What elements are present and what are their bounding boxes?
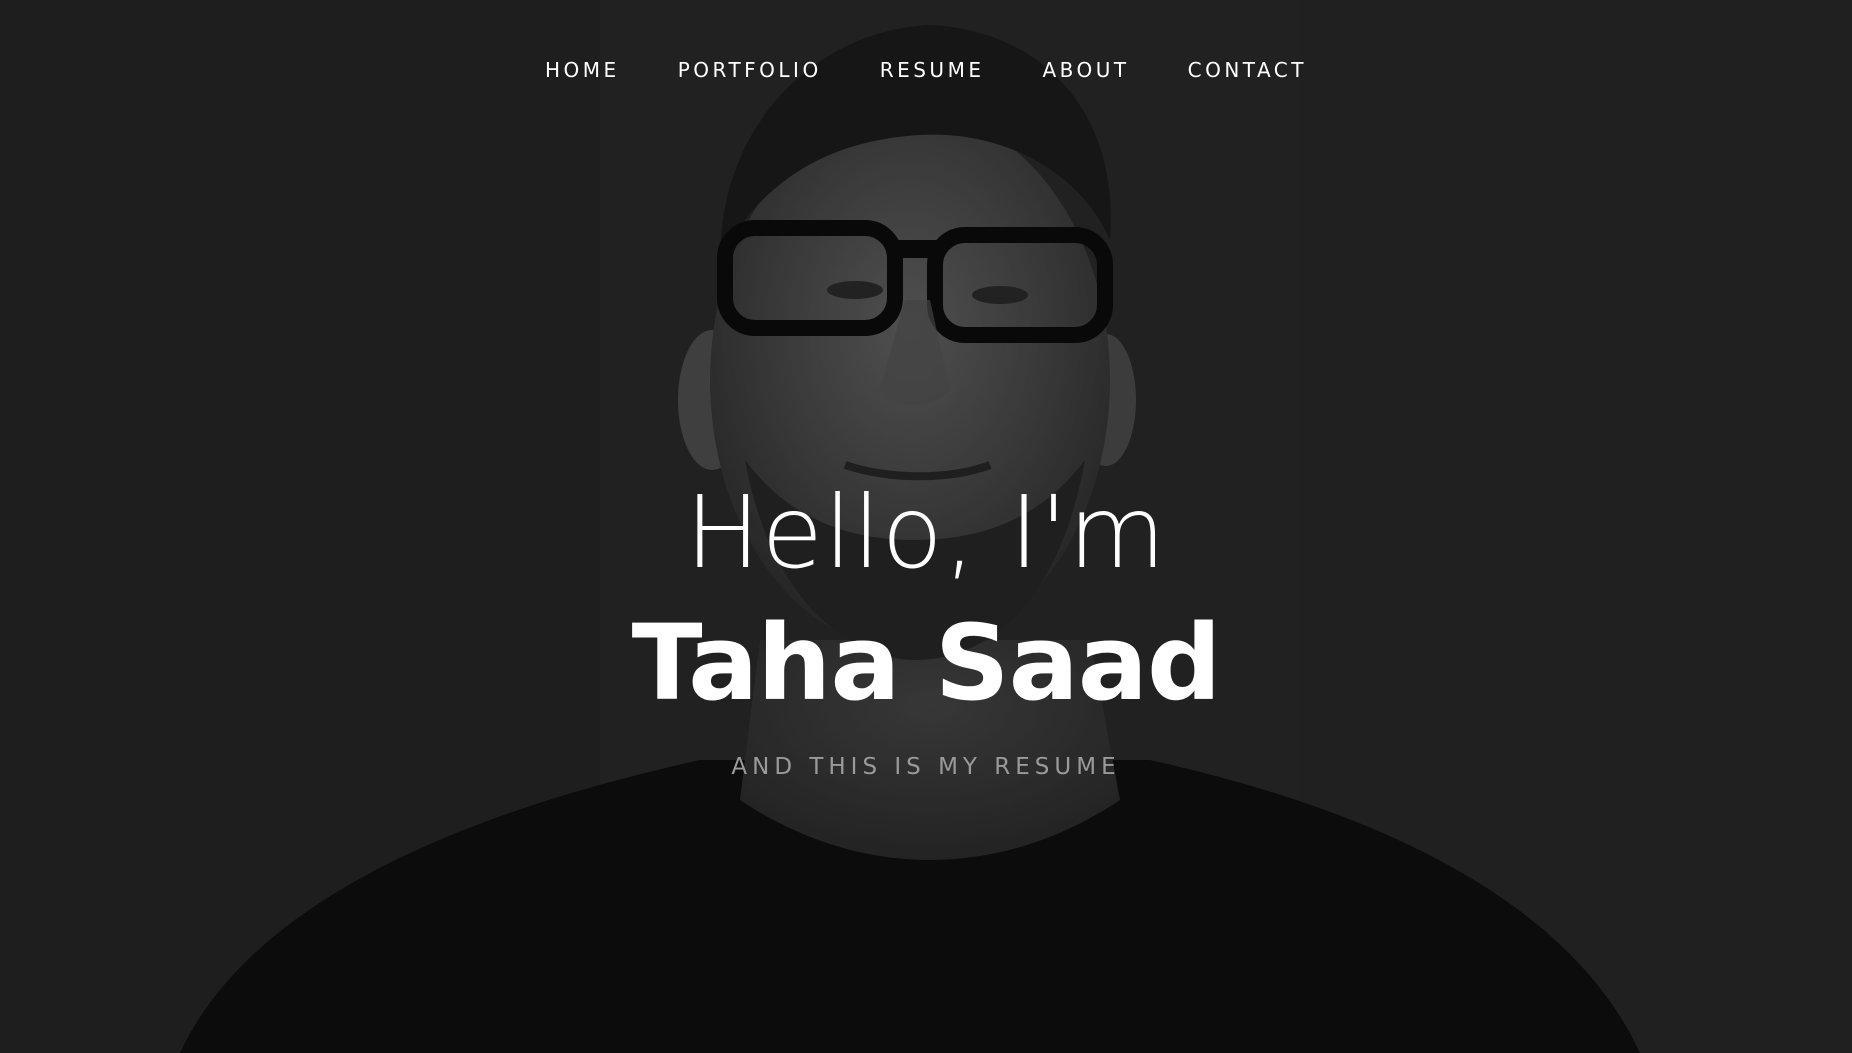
nav-resume-link[interactable]: RESUME bbox=[880, 58, 985, 82]
main-nav: HOME PORTFOLIO RESUME ABOUT CONTACT bbox=[0, 58, 1852, 82]
nav-home-link[interactable]: HOME bbox=[545, 58, 620, 82]
nav-about-link[interactable]: ABOUT bbox=[1042, 58, 1129, 82]
nav-contact-link[interactable]: CONTACT bbox=[1188, 58, 1307, 82]
nav-portfolio-link[interactable]: PORTFOLIO bbox=[678, 58, 822, 82]
hero-greeting: Hello, I'm bbox=[685, 474, 1167, 591]
hero-name: Taha Saad bbox=[631, 602, 1222, 724]
hero-section: HOME PORTFOLIO RESUME ABOUT CONTACT Hell… bbox=[0, 0, 1852, 1053]
hero-tagline: AND THIS IS MY RESUME bbox=[731, 754, 1121, 780]
